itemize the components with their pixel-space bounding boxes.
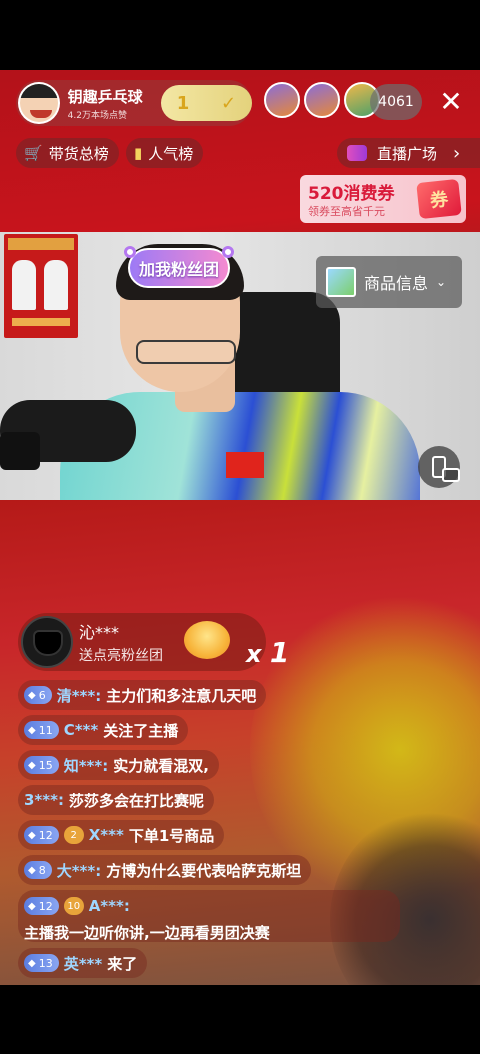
level-badge: ◆ 13 bbox=[24, 954, 59, 972]
comment-user: A***: bbox=[88, 897, 130, 915]
host-likes: 4.2万本场点赞 bbox=[67, 110, 127, 121]
comment-user: 大***: bbox=[56, 861, 102, 880]
comment-user: 英*** bbox=[63, 954, 103, 973]
follow-badge-button[interactable]: 1 ✓ bbox=[160, 85, 252, 121]
coupon-subtitle: 领券至高省千元 bbox=[308, 205, 385, 218]
live-square-button[interactable]: 直播广场 › bbox=[337, 138, 480, 168]
join-fan-club-badge[interactable]: 加我粉丝团 bbox=[124, 246, 234, 288]
comment-user: 知***: bbox=[63, 756, 109, 775]
combo-prefix: x bbox=[246, 640, 262, 668]
streamer-glasses bbox=[136, 340, 236, 364]
level-number: 11 bbox=[38, 723, 53, 737]
comment-text: 主力们和多注意几天吧 bbox=[106, 686, 257, 705]
comment-row[interactable]: 3***: 莎莎多会在打比赛呢 bbox=[18, 785, 214, 815]
coupon-title: 520消费券 bbox=[308, 184, 395, 204]
live-square-icon bbox=[347, 145, 367, 161]
sales-rank-label: 带货总榜 bbox=[48, 144, 109, 163]
level-number: 12 bbox=[38, 828, 53, 842]
level-number: 15 bbox=[38, 758, 53, 772]
wall-poster bbox=[4, 234, 78, 338]
diamond-icon: ◆ bbox=[28, 724, 36, 736]
level-badge: ◆ 6 bbox=[24, 686, 52, 704]
diamond-icon: ◆ bbox=[28, 864, 36, 876]
gift-user-avatar[interactable] bbox=[21, 616, 73, 668]
video-feed[interactable]: 加我粉丝团 商品信息 ⌄ bbox=[0, 232, 480, 500]
diamond-icon: ◆ bbox=[28, 759, 36, 771]
level-number: 12 bbox=[38, 899, 53, 913]
level-number: 13 bbox=[38, 956, 53, 970]
level-number: 6 bbox=[38, 688, 46, 702]
comment-row[interactable]: ◆ 12 2 X*** 下单1号商品 bbox=[18, 820, 225, 850]
bar-chart-icon: ▮ bbox=[134, 144, 143, 162]
level-badge: ◆ 12 bbox=[24, 826, 59, 844]
sales-rank-button[interactable]: 🛒 带货总榜 bbox=[16, 138, 119, 168]
viewer-avatar[interactable] bbox=[304, 82, 340, 118]
level-badge: ◆ 11 bbox=[24, 721, 59, 739]
microphone-base bbox=[0, 432, 40, 470]
comment-row[interactable]: ◆ 15 知***: 实力就看混双, bbox=[18, 750, 219, 780]
cart-icon: 🛒 bbox=[24, 144, 43, 162]
viewer-count[interactable]: 4061 bbox=[370, 84, 422, 120]
diamond-icon: ◆ bbox=[28, 957, 36, 969]
checkmark-icon: ✓ bbox=[221, 92, 237, 114]
gift-action: 送点亮粉丝团 bbox=[79, 648, 163, 664]
comment-text: 方博为什么要代表哈萨克斯坦 bbox=[106, 861, 302, 880]
host-name: 钥趣乒乓球 bbox=[67, 87, 143, 106]
status-bar-area bbox=[0, 0, 480, 70]
host-info-card[interactable]: 钥趣乒乓球 4.2万本场点赞 1 ✓ bbox=[16, 80, 252, 126]
comment-row[interactable]: ◆ 11 C*** 关注了主播 bbox=[18, 715, 189, 745]
rotate-screen-icon[interactable] bbox=[418, 446, 460, 488]
coupon-tag-icon: 券 bbox=[416, 178, 462, 220]
comment-row[interactable]: ◆ 13 英*** 来了 bbox=[18, 948, 148, 978]
comment-user: C*** bbox=[63, 721, 99, 739]
popularity-rank-label: 人气榜 bbox=[148, 144, 194, 163]
coupon-banner[interactable]: 520消费券 领券至高省千元 券 bbox=[300, 175, 466, 223]
level-badge: ◆ 8 bbox=[24, 861, 52, 879]
comment-text: 莎莎多会在打比赛呢 bbox=[68, 791, 204, 810]
close-icon[interactable]: ✕ bbox=[436, 86, 466, 118]
comment-row[interactable]: ◆ 12 10 A***: 主播我一边听你讲,一边再看男团决赛 bbox=[18, 890, 400, 942]
fan-level-badge-icon: 1 bbox=[176, 92, 190, 114]
comment-user: 清***: bbox=[56, 686, 102, 705]
flag-patch bbox=[226, 452, 264, 478]
popularity-rank-button[interactable]: ▮ 人气榜 bbox=[126, 138, 204, 168]
comment-row[interactable]: ◆ 6 清***: 主力们和多注意几天吧 bbox=[18, 680, 267, 710]
product-thumbnail bbox=[326, 267, 356, 297]
gift-banner: 沁*** 送点亮粉丝团 bbox=[18, 613, 266, 671]
top-viewers[interactable] bbox=[264, 82, 380, 118]
fan-club-heart-icon: 10 bbox=[63, 897, 84, 915]
comment-user: X*** bbox=[88, 826, 124, 844]
gift-combo: x 1 bbox=[246, 636, 289, 669]
fan-badge-label: 加我粉丝团 bbox=[138, 260, 219, 279]
comment-text: 下单1号商品 bbox=[128, 826, 215, 845]
comment-text: 关注了主播 bbox=[103, 721, 179, 740]
combo-count: 1 bbox=[269, 636, 290, 669]
diamond-icon: ◆ bbox=[28, 829, 36, 841]
fan-club-heart-icon: 2 bbox=[63, 826, 84, 844]
level-number: 8 bbox=[38, 863, 46, 877]
host-avatar[interactable] bbox=[18, 82, 60, 124]
diamond-icon: ◆ bbox=[28, 689, 36, 701]
comment-text: 来了 bbox=[107, 954, 138, 973]
comment-text: 实力就看混双, bbox=[113, 756, 209, 775]
gift-user-name: 沁*** bbox=[79, 623, 120, 642]
level-badge: ◆ 15 bbox=[24, 756, 59, 774]
chevron-right-icon: › bbox=[453, 142, 461, 164]
comment-text: 主播我一边听你讲,一边再看男团决赛 bbox=[24, 924, 270, 942]
live-square-label: 直播广场 bbox=[377, 144, 438, 163]
product-info-label: 商品信息 bbox=[364, 274, 429, 293]
product-info-button[interactable]: 商品信息 ⌄ bbox=[316, 256, 462, 308]
viewer-avatar[interactable] bbox=[264, 82, 300, 118]
level-badge: ◆ 12 bbox=[24, 897, 59, 915]
chevron-down-icon: ⌄ bbox=[436, 275, 447, 289]
diamond-icon: ◆ bbox=[28, 900, 36, 912]
comment-row[interactable]: ◆ 8 大***: 方博为什么要代表哈萨克斯坦 bbox=[18, 855, 312, 885]
heart-gift-icon bbox=[184, 621, 230, 659]
navigation-bar-area bbox=[0, 985, 480, 1054]
comment-user: 3***: bbox=[24, 791, 64, 809]
